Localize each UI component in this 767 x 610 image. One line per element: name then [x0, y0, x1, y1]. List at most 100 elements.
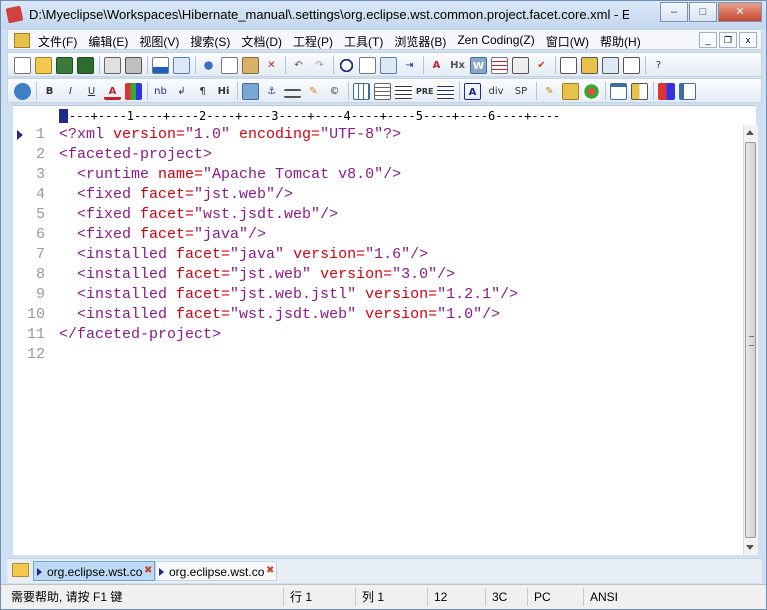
italic-button[interactable]: I	[62, 83, 79, 100]
heading-icon[interactable]: Hx	[449, 57, 466, 74]
form-icon[interactable]	[374, 82, 391, 100]
folder-icon[interactable]	[12, 563, 29, 577]
horizontal-rule-icon[interactable]	[284, 88, 301, 98]
palette-icon[interactable]	[658, 82, 675, 100]
bold-button[interactable]: B	[41, 83, 58, 100]
new-file-icon[interactable]	[14, 56, 31, 74]
code-line[interactable]: 10 <installed facet="wst.jsdt.web" versi…	[13, 305, 743, 325]
code-line[interactable]: 7 <installed facet="java" version="1.6"/…	[13, 245, 743, 265]
undo-icon[interactable]: ↶	[290, 57, 307, 74]
frames-icon[interactable]	[631, 82, 648, 100]
heading-button[interactable]: Hi	[215, 83, 232, 100]
list-icon[interactable]	[491, 56, 508, 74]
check-icon[interactable]: ✔	[533, 57, 550, 74]
document-tab-active[interactable]: org.eclipse.wst.co ✖	[33, 561, 155, 581]
mdi-close-button[interactable]: x	[739, 32, 757, 48]
code-line[interactable]: 4 <fixed facet="jst.web"/>	[13, 185, 743, 205]
code-line[interactable]: 8 <installed facet="jst.web" version="3.…	[13, 265, 743, 285]
goto-icon[interactable]: ⇥	[401, 57, 418, 74]
underline-button[interactable]: U	[83, 83, 100, 100]
globe-icon[interactable]	[14, 82, 31, 100]
code-line[interactable]: 6 <fixed facet="java"/>	[13, 225, 743, 245]
view3-icon[interactable]	[602, 56, 619, 74]
menu-item[interactable]: 工具(T)	[344, 33, 383, 50]
code-line[interactable]: 11 </faceted-project>	[13, 325, 743, 345]
window-icon[interactable]	[610, 82, 627, 100]
menu-item[interactable]: 编辑(E)	[88, 33, 128, 50]
anchor-icon[interactable]: ⚓	[263, 83, 280, 100]
div-button[interactable]: div	[485, 83, 507, 100]
code-line[interactable]: 1 <?xml version="1.0" encoding="UTF-8"?>	[13, 125, 743, 145]
scroll-up-arrow-icon[interactable]	[746, 130, 754, 135]
view4-icon[interactable]	[623, 56, 640, 74]
menu-item[interactable]: 搜索(S)	[190, 33, 230, 50]
font-size-icon[interactable]: A	[428, 57, 445, 74]
copyright-button[interactable]: ©	[326, 83, 343, 100]
find-in-files-icon[interactable]	[380, 56, 397, 74]
menu-item[interactable]: 窗口(W)	[546, 33, 589, 50]
code-line[interactable]: 3 <runtime name="Apache Tomcat v8.0"/>	[13, 165, 743, 185]
color-grid-icon[interactable]	[125, 82, 142, 100]
pencil-icon[interactable]: ✎	[305, 83, 322, 100]
align-icon[interactable]	[395, 82, 412, 100]
paragraph-button[interactable]: ¶	[194, 83, 211, 100]
cut-icon[interactable]	[200, 56, 217, 74]
delete-icon[interactable]: ✕	[263, 57, 280, 74]
menu-item[interactable]: Zen Coding(Z)	[457, 33, 534, 50]
spellcheck-icon[interactable]	[152, 56, 169, 74]
sidebar-icon[interactable]	[679, 82, 696, 100]
code-line[interactable]: 5 <fixed facet="wst.jsdt.web"/>	[13, 205, 743, 225]
menu-item[interactable]: 帮助(H)	[600, 33, 641, 50]
image-icon[interactable]	[242, 82, 259, 100]
replace-icon[interactable]	[359, 56, 376, 74]
find-icon[interactable]	[338, 56, 355, 74]
code-line[interactable]: 9 <installed facet="jst.web.jstl" versio…	[13, 285, 743, 305]
document-tab[interactable]: org.eclipse.wst.co ✖	[155, 561, 277, 581]
document-menu-icon[interactable]	[14, 33, 30, 48]
line-break-button[interactable]: ↲	[173, 83, 190, 100]
vertical-scrollbar[interactable]	[743, 125, 758, 555]
paste-icon[interactable]	[242, 56, 259, 74]
menu-item[interactable]: 浏览器(B)	[394, 33, 446, 50]
pre-button[interactable]: PRE	[416, 83, 434, 100]
mdi-minimize-button[interactable]: _	[699, 32, 717, 48]
print-icon[interactable]	[125, 56, 142, 74]
maximize-button[interactable]: □	[689, 2, 717, 22]
menu-item[interactable]: 视图(V)	[139, 33, 179, 50]
help-pointer-icon[interactable]: ?	[650, 57, 667, 74]
word-wrap-icon[interactable]: W	[470, 56, 487, 74]
scrollbar-thumb[interactable]	[745, 142, 756, 538]
span-button[interactable]: SP	[511, 83, 531, 100]
open-folder-icon[interactable]	[35, 56, 52, 74]
code-line[interactable]: 2 <faceted-project>	[13, 145, 743, 165]
menu-item[interactable]: 工程(P)	[293, 33, 333, 50]
menu-item[interactable]: 文件(F)	[38, 33, 77, 50]
view2-icon[interactable]	[581, 56, 598, 74]
font-color-button[interactable]: A	[104, 83, 121, 100]
title-bar[interactable]: D:\Myeclipse\Workspaces\Hibernate_manual…	[1, 1, 766, 29]
tab-close-icon[interactable]: ✖	[266, 566, 274, 576]
code-editor[interactable]: 1 <?xml version="1.0" encoding="UTF-8"?> 2…	[13, 125, 743, 555]
color-picker-icon[interactable]	[583, 82, 600, 100]
redo-icon[interactable]: ↷	[311, 57, 328, 74]
close-button[interactable]: ✕	[718, 2, 762, 22]
font-button[interactable]: A	[464, 82, 481, 100]
minimize-button[interactable]: –	[660, 2, 688, 22]
table-icon[interactable]	[353, 82, 370, 100]
save-all-icon[interactable]	[77, 56, 94, 74]
mdi-restore-button[interactable]: ❐	[719, 32, 737, 48]
code-line[interactable]: 12	[13, 345, 743, 365]
list-icon[interactable]	[437, 82, 454, 100]
save-icon[interactable]	[56, 56, 73, 74]
menu-item[interactable]: 文档(D)	[241, 33, 282, 50]
column-mode-icon[interactable]	[512, 56, 529, 74]
print-preview-icon[interactable]	[104, 56, 121, 74]
copy-icon[interactable]	[221, 56, 238, 74]
view1-icon[interactable]	[560, 56, 577, 74]
tab-close-icon[interactable]: ✖	[144, 566, 152, 576]
scroll-down-arrow-icon[interactable]	[746, 545, 754, 550]
sync-icon[interactable]	[173, 56, 190, 74]
edit-icon[interactable]: ✎	[541, 83, 558, 100]
folder-icon[interactable]	[562, 82, 579, 100]
nbsp-button[interactable]: nb	[152, 83, 169, 100]
